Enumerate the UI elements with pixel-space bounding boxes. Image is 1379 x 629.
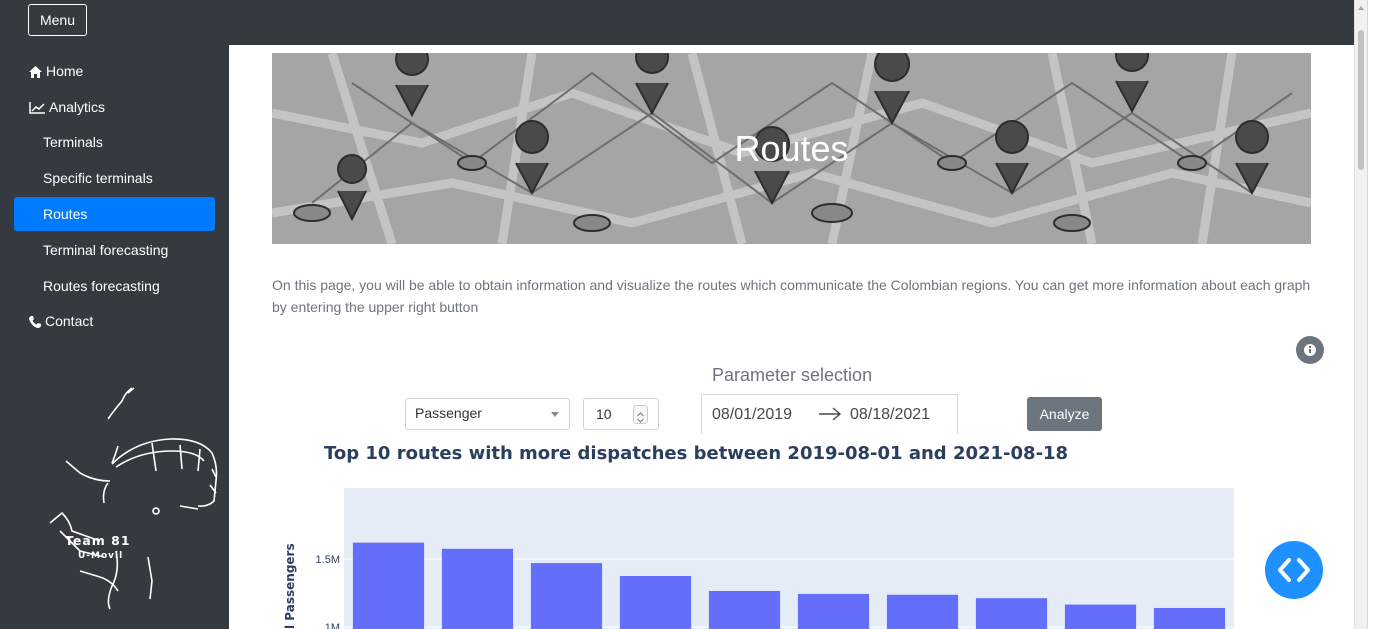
start-date-input[interactable]: 08/01/2019 [712,406,792,424]
scrollbar-thumb[interactable] [1358,30,1364,170]
home-icon [29,66,42,78]
bar-7[interactable] [886,594,959,629]
sidebar-item-label: Routes forecasting [43,278,160,294]
bar-9[interactable] [1064,604,1137,629]
bar-5[interactable] [708,590,781,629]
y-tick-label: 1M [325,622,340,629]
sidebar-item-terminal-forecasting[interactable]: Terminal forecasting [14,233,215,267]
sidebar-item-terminals[interactable]: Terminals [14,125,215,159]
bar-3[interactable] [530,563,603,629]
bar-1[interactable] [352,542,425,629]
date-range-picker[interactable]: 08/01/2019 08/18/2021 [701,394,958,434]
bar-6[interactable] [797,593,870,629]
top-n-number-input[interactable]: 10 [583,398,659,430]
sidebar-item-label: Terminals [43,134,103,150]
sidebar-item-label: Home [46,63,84,79]
bar-chart: 1.5M 1M l Passengers [283,488,1234,629]
type-dropdown-value: Passenger [415,405,482,421]
sidebar-item-routes[interactable]: Routes [14,197,215,231]
logo-text-umovil: U-Movil [78,551,123,561]
sidebar-item-routes-forecasting[interactable]: Routes forecasting [14,269,215,303]
top-navbar: Menu [0,0,1354,45]
bar-10[interactable] [1153,607,1226,629]
chevron-down-icon [551,412,559,417]
team-logo: Team 81 U-Movil [49,387,218,610]
type-dropdown[interactable]: Passenger [405,398,570,430]
bar-4[interactable] [619,576,692,629]
page-scrollbar[interactable] [1354,0,1367,629]
code-toggle-button[interactable] [1265,541,1323,599]
top-n-value: 10 [596,406,612,422]
stepper-arrows-icon [637,412,644,423]
menu-button[interactable]: Menu [28,4,87,36]
scroll-up-arrow-icon[interactable] [1358,6,1364,10]
phone-icon [29,316,41,328]
y-axis-label: l Passengers [283,543,297,629]
bar-2[interactable] [441,548,514,629]
analyze-button[interactable]: Analyze [1027,397,1102,431]
code-icon [1278,558,1310,582]
hero-banner: Routes [272,53,1311,244]
chart-title: Top 10 routes with more dispatches betwe… [324,443,1069,464]
y-tick-label: 1.5M [316,554,340,566]
info-icon [1304,344,1316,356]
parameter-selection-title: Parameter selection [712,365,873,385]
logo-text-team: Team 81 [65,533,131,548]
sidebar: Home Analytics Terminals Specific termin… [0,45,229,629]
sidebar-item-contact[interactable]: Contact [14,304,215,338]
line-chart-icon [29,102,45,114]
main-content: Routes On this page, you will be able to… [229,45,1354,629]
browser-side-strip [1367,0,1379,629]
sidebar-item-label: Routes [43,206,88,222]
sidebar-item-label: Analytics [49,99,106,115]
sidebar-item-label: Contact [45,313,94,329]
sidebar-item-label: Terminal forecasting [43,242,169,258]
bar-8[interactable] [975,598,1048,629]
number-stepper[interactable] [633,405,648,424]
page-title: Routes [734,128,849,169]
info-button[interactable] [1296,336,1324,364]
sidebar-item-specific-terminals[interactable]: Specific terminals [14,161,215,195]
sidebar-item-analytics[interactable]: Analytics [14,90,215,124]
sidebar-item-home[interactable]: Home [14,54,215,88]
intro-text: On this page, you will be able to obtain… [272,277,1311,315]
end-date-input[interactable]: 08/18/2021 [850,406,930,424]
arrow-right-icon [819,407,842,421]
sidebar-item-label: Specific terminals [43,170,153,186]
